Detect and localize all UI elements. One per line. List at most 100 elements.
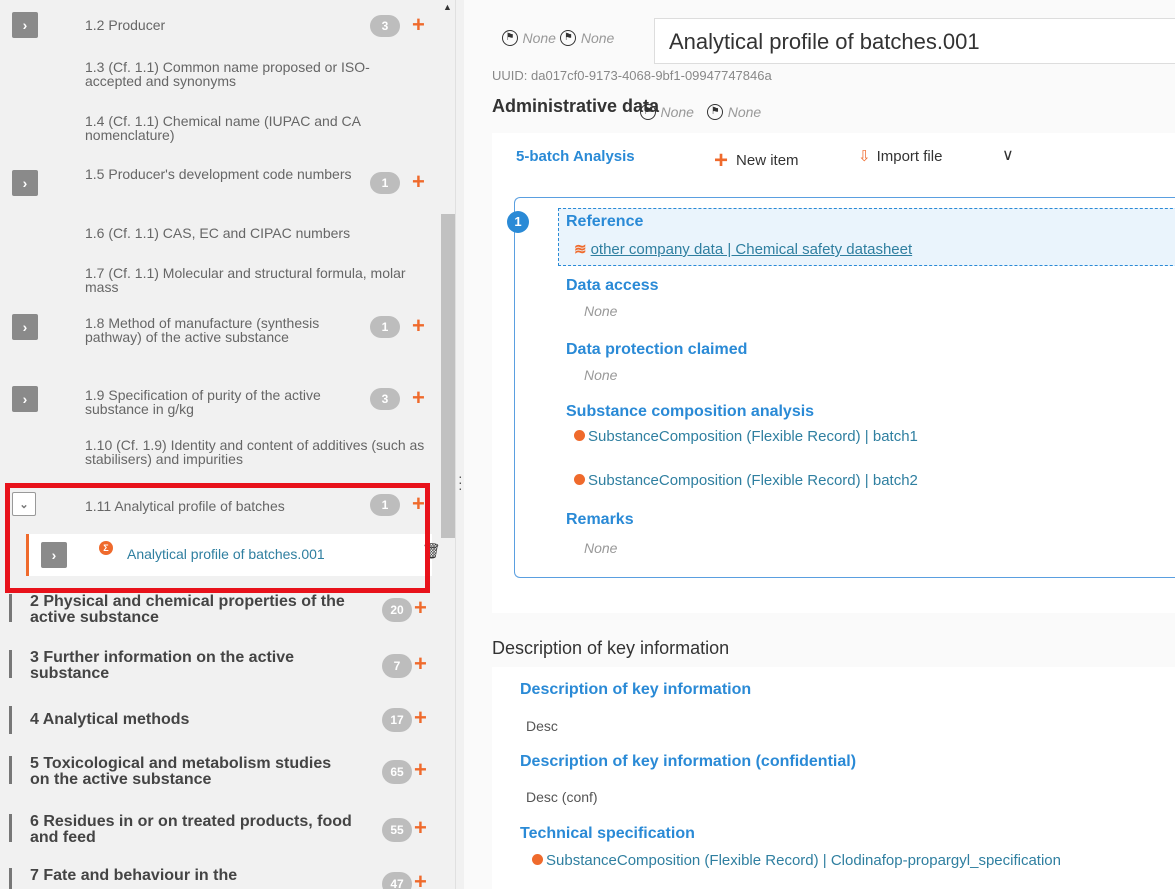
admin-flags: ⚑ None ⚑ None (640, 103, 761, 121)
add-plus-icon[interactable]: + (414, 817, 427, 839)
description-section-heading: Description of key information (492, 638, 730, 658)
reference-label: Reference (566, 213, 644, 230)
section-bar (9, 706, 12, 734)
highlight-box (5, 483, 430, 593)
tree-node-1-4[interactable]: 1.4 (Cf. 1.1) Chemical name (IUPAC and C… (0, 106, 440, 146)
app-window: › 1.2 Producer 3 + 1.3 (Cf. 1.1) Common … (0, 0, 1175, 889)
tree-node-1-6[interactable]: 1.6 (Cf. 1.1) CAS, EC and CIPAC numbers (0, 220, 440, 250)
add-plus-icon[interactable]: + (414, 759, 427, 781)
flag-value: None (660, 103, 694, 120)
entry-number-badge: 1 (507, 211, 529, 233)
flag-icon[interactable]: ⚑ (640, 103, 656, 120)
scroll-up-arrow-icon[interactable]: ▲ (443, 2, 452, 12)
chevron-down-icon[interactable]: ∨ (1002, 145, 1014, 165)
tree-section-3[interactable]: 3 Further information on the active subs… (0, 648, 440, 684)
data-access-value: None (584, 303, 618, 319)
tree-node-1-2[interactable]: › 1.2 Producer 3 + (0, 10, 440, 40)
expand-icon[interactable]: › (12, 314, 38, 340)
expand-icon[interactable]: › (12, 386, 38, 412)
section-bar (9, 814, 12, 842)
record-dot-icon (574, 474, 585, 485)
administrative-data-heading: Administrative data (492, 96, 660, 116)
tree-section-label: 2 Physical and chemical properties of th… (30, 593, 345, 626)
tree-node-label: 1.7 (Cf. 1.1) Molecular and structural f… (85, 265, 406, 295)
tree-section-label: 5 Toxicological and metabolism studies o… (30, 755, 332, 788)
tree-section-2[interactable]: 2 Physical and chemical properties of th… (0, 592, 440, 628)
flag-value: None (522, 29, 556, 46)
add-plus-icon[interactable]: + (412, 171, 425, 193)
add-plus-icon[interactable]: + (414, 871, 427, 889)
description-card: Description of key information Desc Desc… (492, 667, 1175, 889)
flag-value: None (580, 29, 615, 46)
composition-link-batch1[interactable]: SubstanceComposition (Flexible Record) |… (574, 428, 918, 445)
tree-node-1-3[interactable]: 1.3 (Cf. 1.1) Common name proposed or IS… (0, 56, 440, 96)
tree-section-label: 4 Analytical methods (30, 711, 190, 728)
new-item-button[interactable]: + New item (714, 147, 799, 175)
remarks-value: None (584, 540, 618, 556)
add-plus-icon[interactable]: + (412, 315, 425, 337)
database-icon: ≋ (574, 241, 587, 258)
tab-5-batch-analysis[interactable]: 5-batch Analysis (516, 148, 635, 165)
tree-node-label: 1.3 (Cf. 1.1) Common name proposed or IS… (85, 59, 370, 89)
record-dot-icon (574, 430, 585, 441)
record-dot-icon (532, 854, 543, 865)
composition-link-batch2[interactable]: SubstanceComposition (Flexible Record) |… (574, 472, 918, 489)
key-info-confidential-label: Description of key information (confiden… (520, 753, 857, 770)
count-badge: 1 (370, 316, 400, 338)
scrollbar-thumb[interactable] (441, 214, 455, 538)
count-badge: 55 (382, 818, 412, 842)
flag-icon[interactable]: ⚑ (560, 29, 577, 46)
tree-node-label: 1.9 Specification of purity of the activ… (85, 387, 321, 417)
uuid-text: UUID: da017cf0-9173-4068-9bf1-0994774784… (492, 68, 772, 83)
import-file-button[interactable]: ⇩ Import file (858, 147, 942, 165)
key-info-value: Desc (526, 718, 558, 734)
composition-link-text: SubstanceComposition (Flexible Record) |… (588, 428, 918, 445)
count-badge: 20 (382, 598, 412, 622)
flag-icon[interactable]: ⚑ (502, 29, 518, 46)
tree-node-label: 1.8 Method of manufacture (synthesis pat… (85, 315, 320, 345)
pane-splitter[interactable] (455, 0, 464, 889)
tree-section-7[interactable]: 7 Fate and behaviour in the 47 + (0, 866, 440, 889)
section-bar (9, 868, 12, 889)
technical-specification-text: SubstanceComposition (Flexible Record) |… (546, 852, 1061, 869)
tree-node-1-5[interactable]: › 1.5 Producer's development code number… (0, 162, 440, 202)
expand-icon[interactable]: › (12, 170, 38, 196)
tree-section-4[interactable]: 4 Analytical methods 17 + (0, 706, 440, 736)
tree-node-label: 1.4 (Cf. 1.1) Chemical name (IUPAC and C… (85, 113, 361, 143)
add-plus-icon[interactable]: + (414, 653, 427, 675)
tree-section-label: 7 Fate and behaviour in the (30, 867, 238, 884)
header-flags: ⚑ None ⚑ None (502, 29, 614, 47)
expand-icon[interactable]: › (12, 12, 38, 38)
record-title-field[interactable]: Analytical profile of batches.001 (654, 18, 1175, 64)
count-badge: 3 (370, 15, 400, 37)
technical-specification-link[interactable]: SubstanceComposition (Flexible Record) |… (532, 852, 1061, 869)
navigation-tree: › 1.2 Producer 3 + 1.3 (Cf. 1.1) Common … (0, 0, 455, 889)
reference-link[interactable]: ≋ other company data | Chemical safety da… (574, 240, 912, 258)
tree-section-6[interactable]: 6 Residues in or on treated products, fo… (0, 812, 440, 848)
tree-node-1-10[interactable]: 1.10 (Cf. 1.9) Identity and content of a… (0, 434, 440, 474)
section-bar (9, 650, 12, 678)
reference-link-text: other company data | Chemical safety dat… (590, 241, 913, 258)
tree-section-label: 3 Further information on the active subs… (30, 649, 295, 682)
tree-node-1-9[interactable]: › 1.9 Specification of purity of the act… (0, 384, 440, 424)
add-plus-icon[interactable]: + (412, 387, 425, 409)
count-badge: 65 (382, 760, 412, 784)
data-protection-label: Data protection claimed (566, 341, 748, 358)
data-protection-value: None (584, 367, 618, 383)
tree-node-1-7[interactable]: 1.7 (Cf. 1.1) Molecular and structural f… (0, 262, 440, 302)
import-icon: ⇩ (858, 148, 871, 165)
add-plus-icon[interactable]: + (414, 707, 427, 729)
composition-label: Substance composition analysis (566, 403, 815, 420)
flag-icon[interactable]: ⚑ (707, 103, 724, 120)
count-badge: 7 (382, 654, 412, 678)
section-bar (9, 594, 12, 622)
key-info-label: Description of key information (520, 681, 752, 698)
tree-section-5[interactable]: 5 Toxicological and metabolism studies o… (0, 754, 440, 790)
tree-node-1-8[interactable]: › 1.8 Method of manufacture (synthesis p… (0, 312, 440, 366)
plus-icon: + (714, 147, 729, 174)
technical-specification-label: Technical specification (520, 825, 695, 842)
splitter-grip-icon[interactable]: · · · (458, 469, 463, 495)
add-plus-icon[interactable]: + (414, 597, 427, 619)
add-plus-icon[interactable]: + (412, 14, 425, 36)
new-item-label: New item (736, 152, 799, 169)
